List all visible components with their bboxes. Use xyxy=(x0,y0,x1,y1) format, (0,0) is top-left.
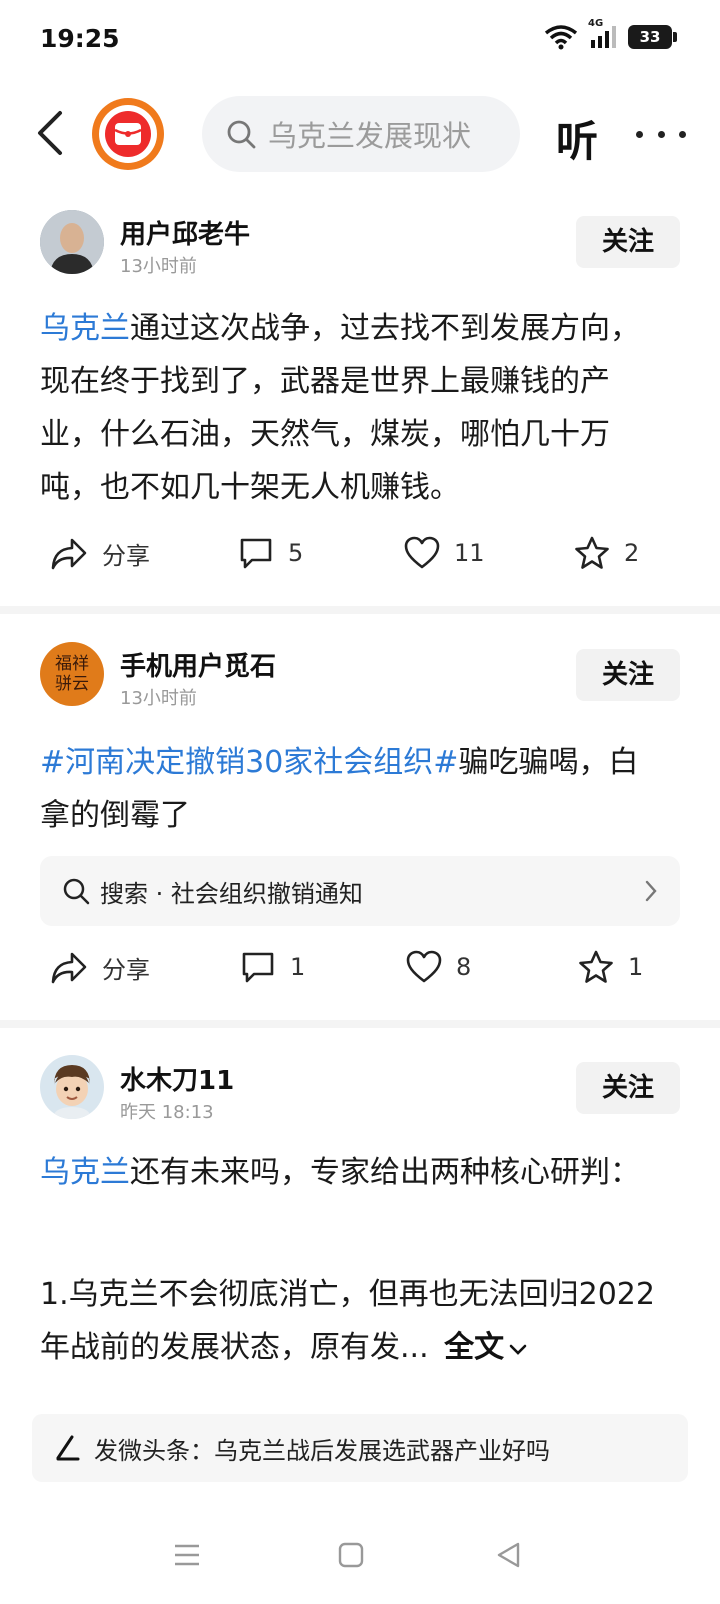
avatar[interactable] xyxy=(40,210,104,274)
search-icon xyxy=(63,878,90,905)
status-icons: 4G 33 xyxy=(544,18,677,50)
star-icon xyxy=(575,536,609,569)
follow-button[interactable]: 关注 xyxy=(576,216,680,268)
red-envelope-icon xyxy=(114,123,142,145)
hashtag-link[interactable]: #河南决定撤销30家社会组织# xyxy=(40,745,458,780)
status-bar: 19:25 4G 33 xyxy=(0,0,720,80)
full-text-label: 全文 xyxy=(444,1330,505,1365)
comment-count: 5 xyxy=(288,539,304,567)
like-count: 8 xyxy=(456,953,472,981)
signal-icon: 4G xyxy=(588,18,618,50)
comment-button[interactable]: 5 xyxy=(238,536,303,570)
battery-icon: 33 xyxy=(628,25,677,49)
star-icon xyxy=(579,950,613,983)
more-dot xyxy=(679,130,686,138)
avatar-calligraphy: 福祥骈云 xyxy=(55,654,89,694)
share-label: 分享 xyxy=(102,542,150,570)
comment-button[interactable]: 1 xyxy=(240,950,305,984)
topic-card[interactable]: 发微头条：乌克兰战后发展选武器产业好吗 xyxy=(32,1414,688,1482)
header: 乌克兰发展现状 听 xyxy=(0,86,720,182)
more-options-button[interactable] xyxy=(636,114,686,154)
wifi-icon xyxy=(544,25,578,50)
favorite-count: 1 xyxy=(628,953,644,981)
search-input[interactable]: 乌克兰发展现状 xyxy=(202,96,520,172)
search-placeholder: 乌克兰发展现状 xyxy=(268,119,472,153)
like-button[interactable]: 11 xyxy=(404,536,485,570)
comment-icon xyxy=(242,952,274,983)
username[interactable]: 用户邱老牛 xyxy=(120,214,250,251)
back-nav-button[interactable] xyxy=(494,1540,524,1570)
comment-icon xyxy=(240,538,272,569)
heart-icon xyxy=(404,536,440,569)
post-text: 还有未来吗，专家给出两种核心研判： xyxy=(130,1155,640,1190)
status-time: 19:25 xyxy=(40,24,120,53)
like-count: 11 xyxy=(454,539,485,567)
share-icon xyxy=(51,952,87,983)
action-bar: 分享 1 8 1 xyxy=(0,944,720,994)
post-body[interactable]: 乌克兰还有未来吗，专家给出两种核心研判： xyxy=(40,1146,660,1199)
post-time: 13小时前 xyxy=(120,688,197,709)
post-body-continued[interactable]: 1.乌克兰不会彻底消亡，但再也无法回归2022年战前的发展状态，原有发... 全… xyxy=(40,1268,660,1374)
more-dot xyxy=(657,130,665,138)
home-square-icon xyxy=(338,1542,364,1568)
related-search-card[interactable]: 搜索 · 社会组织撤销通知 xyxy=(40,856,680,926)
system-nav-bar xyxy=(0,1530,720,1604)
favorite-button[interactable]: 2 xyxy=(574,536,639,570)
search-icon xyxy=(227,120,256,149)
post-text: 1.乌克兰不会彻底消亡，但再也无法回归2022年战前的发展状态，原有发... xyxy=(40,1277,655,1365)
home-button[interactable] xyxy=(336,1540,366,1570)
chevron-down-icon xyxy=(509,1344,527,1355)
share-button[interactable]: 分享 xyxy=(50,950,150,985)
topic-link[interactable]: 乌克兰 xyxy=(40,1155,130,1190)
favorite-button[interactable]: 1 xyxy=(578,950,643,984)
username[interactable]: 手机用户觅石 xyxy=(120,646,276,683)
app-logo[interactable] xyxy=(92,98,164,170)
follow-button[interactable]: 关注 xyxy=(576,1062,680,1114)
network-type: 4G xyxy=(588,18,604,29)
related-search-text: 搜索 · 社会组织撤销通知 xyxy=(100,879,363,908)
menu-icon xyxy=(175,1544,199,1566)
back-button[interactable] xyxy=(30,108,70,158)
menu-button[interactable] xyxy=(172,1540,202,1570)
topic-text: 发微头条：乌克兰战后发展选武器产业好吗 xyxy=(94,1436,550,1465)
post-body[interactable]: #河南决定撤销30家社会组织#骗吃骗喝，白拿的倒霉了 xyxy=(40,736,660,842)
divider xyxy=(0,606,720,614)
favorite-count: 2 xyxy=(624,539,640,567)
avatar[interactable]: 福祥骈云 xyxy=(40,642,104,706)
pen-icon xyxy=(56,1435,80,1461)
post-time: 昨天 18:13 xyxy=(120,1102,214,1123)
action-bar: 分享 5 11 2 xyxy=(0,530,720,580)
share-icon xyxy=(51,538,87,569)
post-body[interactable]: 乌克兰通过这次战争，过去找不到发展方向，现在终于找到了，武器是世界上最赚钱的产业… xyxy=(40,302,660,514)
topic-link[interactable]: 乌克兰 xyxy=(40,311,130,346)
more-dot xyxy=(636,130,643,138)
username[interactable]: 水木刀11 xyxy=(120,1060,234,1097)
chevron-right-icon xyxy=(645,880,657,902)
triangle-back-icon xyxy=(497,1542,520,1568)
post-text: 通过这次战争，过去找不到发展方向，现在终于找到了，武器是世界上最赚钱的产业，什么… xyxy=(40,311,640,505)
listen-button[interactable]: 听 xyxy=(556,108,598,169)
share-label: 分享 xyxy=(102,956,150,984)
heart-icon xyxy=(406,950,442,983)
divider xyxy=(0,1020,720,1028)
like-button[interactable]: 8 xyxy=(406,950,471,984)
comment-count: 1 xyxy=(290,953,306,981)
share-button[interactable]: 分享 xyxy=(50,536,150,571)
post-time: 13小时前 xyxy=(120,256,197,277)
follow-button[interactable]: 关注 xyxy=(576,649,680,701)
full-text-button[interactable]: 全文 xyxy=(444,1330,528,1365)
avatar[interactable] xyxy=(40,1055,104,1119)
back-arrow-icon xyxy=(38,111,62,155)
